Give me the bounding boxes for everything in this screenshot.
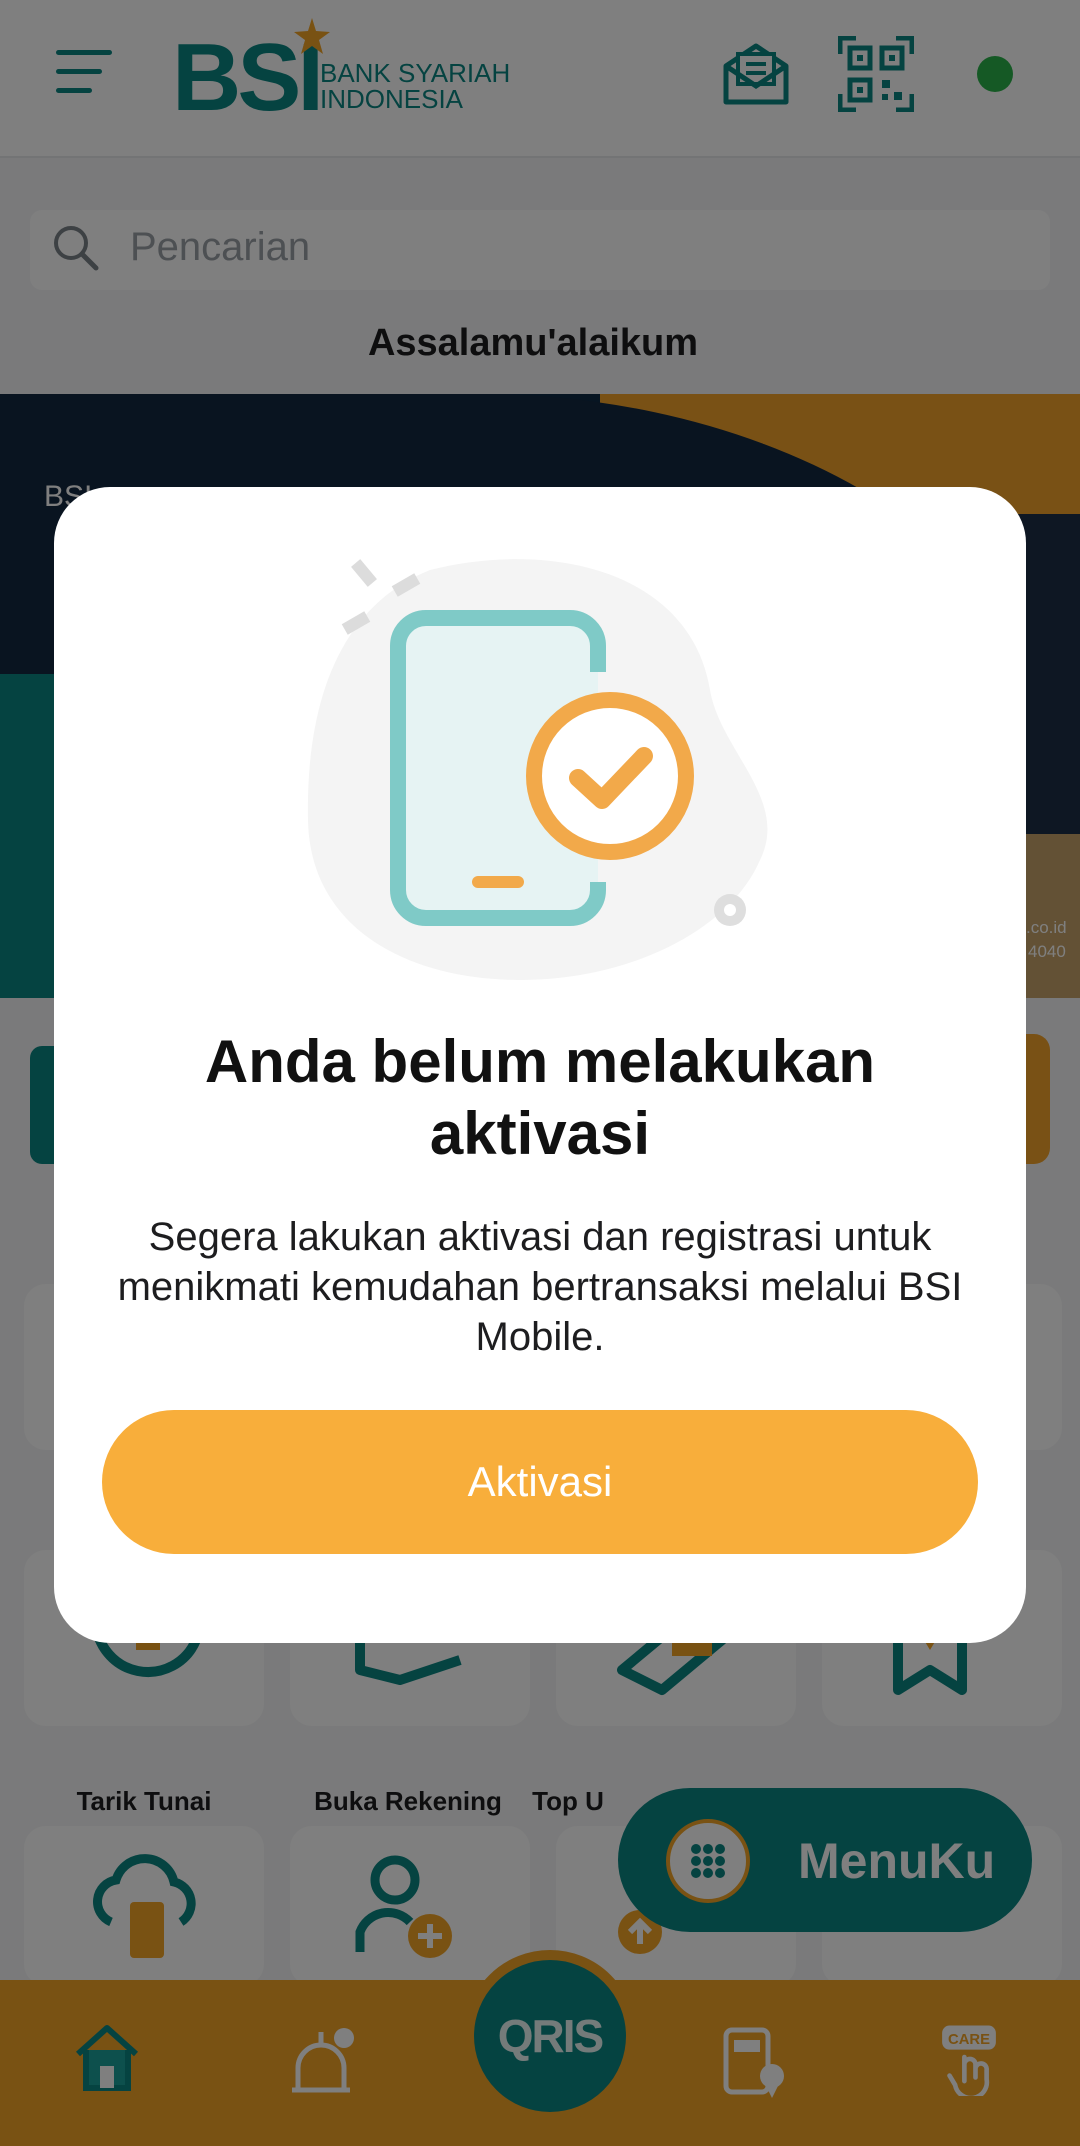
phone-check-illustration — [307, 559, 768, 980]
activation-button[interactable]: Aktivasi — [102, 1410, 978, 1554]
dialog-message: Segera lakukan aktivasi dan registrasi u… — [117, 1215, 963, 1359]
dialog-title: Anda belum melakukan aktivasi — [204, 1028, 876, 1167]
